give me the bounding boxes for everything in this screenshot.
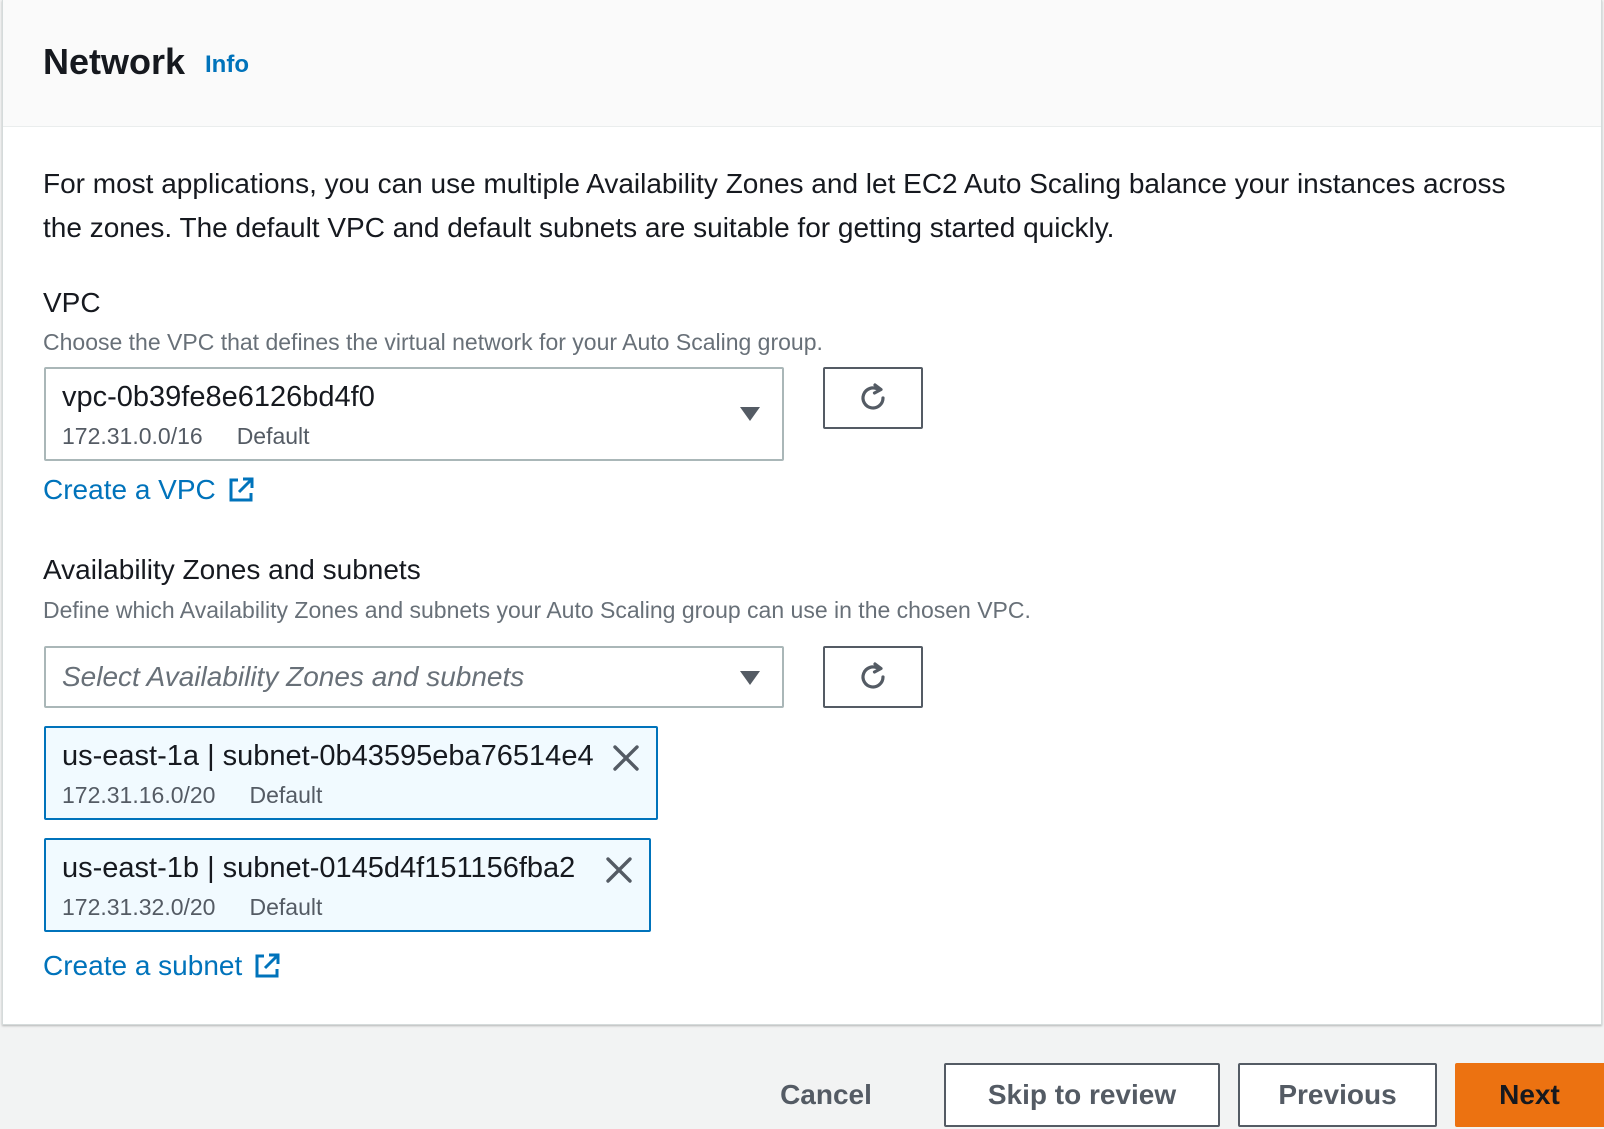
- vpc-selected-tag: Default: [236, 423, 310, 449]
- next-button[interactable]: Next: [1455, 1063, 1604, 1127]
- subnet-token-name: us-east-1a | subnet-0b43595eba76514e4: [62, 740, 594, 772]
- subnet-token-meta: 172.31.32.0/20 Default: [62, 892, 322, 922]
- vpc-refresh-button[interactable]: [823, 367, 923, 429]
- external-link-icon: [255, 953, 280, 978]
- skip-to-review-button[interactable]: Skip to review: [944, 1063, 1220, 1127]
- create-vpc-link[interactable]: Create a VPC: [43, 472, 256, 508]
- subnets-refresh-button[interactable]: [823, 646, 923, 708]
- refresh-icon: [861, 383, 885, 410]
- subnet-token-cidr: 172.31.16.0/20: [62, 782, 216, 808]
- create-subnet-link-label: Create a subnet: [43, 950, 243, 981]
- subnets-select[interactable]: Select Availability Zones and subnets: [44, 646, 784, 708]
- subnets-hint: Define which Availability Zones and subn…: [43, 597, 1031, 623]
- cancel-button[interactable]: Cancel: [756, 1063, 896, 1127]
- vpc-selected-id: vpc-0b39fe8e6126bd4f0: [62, 381, 375, 413]
- subnets-placeholder: Select Availability Zones and subnets: [62, 661, 525, 692]
- subnet-token-meta: 172.31.16.0/20 Default: [62, 780, 322, 810]
- vpc-hint: Choose the VPC that defines the virtual …: [43, 329, 823, 355]
- create-subnet-link[interactable]: Create a subnet: [43, 948, 282, 984]
- vpc-label: VPC: [43, 287, 101, 318]
- subnet-token-tag: Default: [249, 782, 323, 808]
- refresh-icon: [861, 662, 885, 689]
- close-icon[interactable]: [603, 854, 635, 886]
- subnet-token: us-east-1a | subnet-0b43595eba76514e4 17…: [44, 726, 658, 820]
- info-link[interactable]: Info: [205, 50, 249, 80]
- vpc-selected-meta: 172.31.0.0/16 Default: [62, 421, 310, 451]
- subnet-token: us-east-1b | subnet-0145d4f151156fba2 17…: [44, 838, 651, 932]
- subnet-token-tag: Default: [249, 894, 323, 920]
- caret-down-icon: [740, 407, 760, 421]
- previous-button[interactable]: Previous: [1238, 1063, 1437, 1127]
- subnets-label: Availability Zones and subnets: [43, 554, 421, 585]
- section-description: For most applications, you can use multi…: [43, 168, 1506, 243]
- subnet-token-name: us-east-1b | subnet-0145d4f151156fba2: [62, 852, 576, 884]
- close-icon[interactable]: [610, 742, 642, 774]
- vpc-select[interactable]: vpc-0b39fe8e6126bd4f0 172.31.0.0/16 Defau…: [44, 367, 784, 461]
- external-link-icon: [229, 477, 254, 502]
- subnet-token-cidr: 172.31.32.0/20: [62, 894, 216, 920]
- panel-header: Network Info: [3, 0, 1601, 127]
- create-vpc-link-label: Create a VPC: [43, 474, 216, 505]
- network-panel: Network Info For most applications, you …: [2, 0, 1602, 1025]
- vpc-selected-cidr: 172.31.0.0/16: [62, 423, 203, 449]
- page-title: Network: [43, 41, 186, 82]
- caret-down-icon: [740, 671, 760, 685]
